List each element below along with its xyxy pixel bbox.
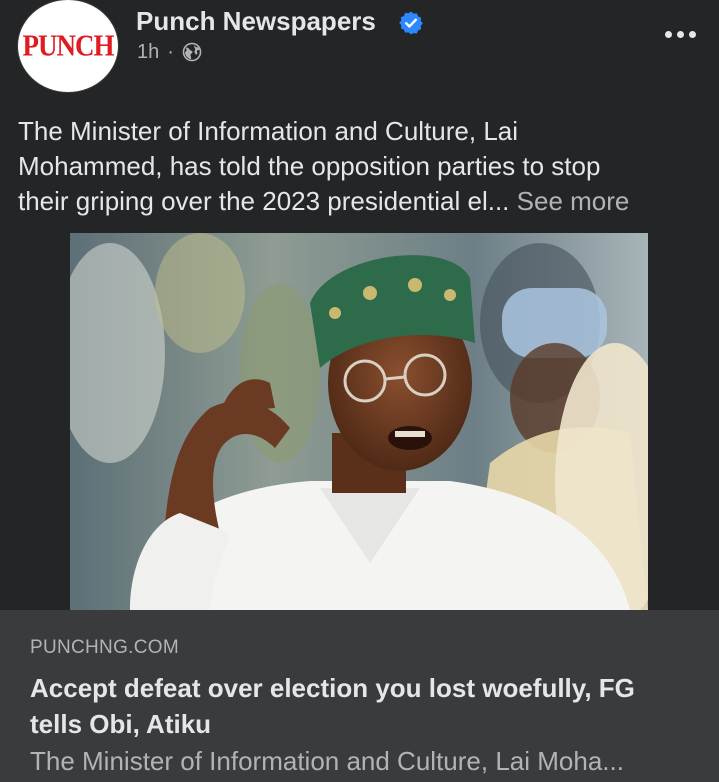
headline-line: Accept defeat over election you lost woe… [30,673,635,703]
post-photo[interactable] [70,233,648,610]
more-dot-icon [676,30,684,38]
post-meta: 1h · [137,40,202,64]
see-more-link[interactable]: See more [517,186,630,216]
link-preview-card[interactable]: PUNCHNG.COM Accept defeat over election … [0,610,719,782]
globe-icon [182,42,202,62]
link-domain: PUNCHNG.COM [30,637,179,658]
post-text-line: Mohammed, has told the opposition partie… [18,151,601,181]
more-dot-icon [688,30,696,38]
page-avatar[interactable]: PUNCH [18,0,118,92]
post-text-line: The Minister of Information and Culture,… [18,116,519,146]
post-text-line: their griping over the 2023 presidential… [18,184,708,219]
verified-badge-icon [399,11,423,35]
punch-logo: PUNCH [22,27,115,62]
more-options-button[interactable] [658,22,702,46]
page-name[interactable]: Punch Newspapers [136,6,376,37]
more-dot-icon [664,30,672,38]
meta-separator: · [167,40,174,63]
link-headline: Accept defeat over election you lost woe… [30,670,700,742]
headline-line: tells Obi, Atiku [30,709,212,739]
link-description: The Minister of Information and Culture,… [30,746,624,776]
post-timestamp[interactable]: 1h [137,41,159,64]
post-text-truncated: their griping over the 2023 presidential… [18,186,510,216]
post-text: The Minister of Information and Culture,… [18,114,708,219]
post-header: PUNCH Punch Newspapers 1h · [0,0,719,100]
photo-illustration [70,233,648,610]
